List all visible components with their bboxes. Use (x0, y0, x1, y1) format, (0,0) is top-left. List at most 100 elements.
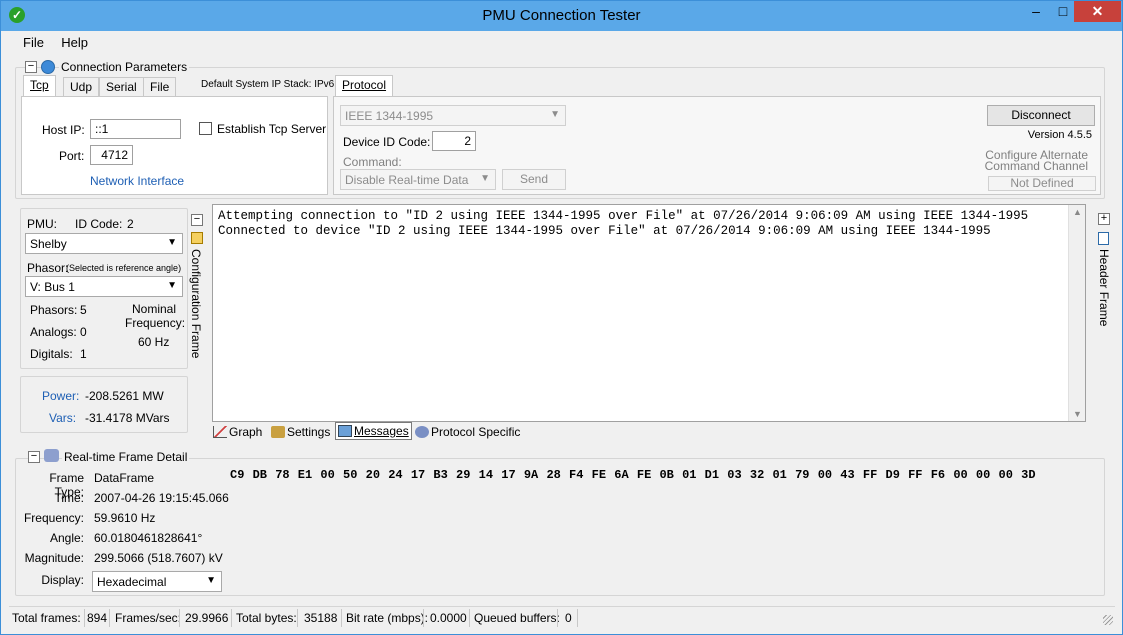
phasor-select[interactable]: V: Bus 1 ▼ (25, 276, 183, 297)
frequency-value: 59.9610 Hz (94, 511, 156, 525)
status-separator (577, 609, 578, 627)
default-ip-stack: Default System IP Stack: IPv6 (201, 79, 335, 90)
tab-file[interactable]: File (143, 77, 177, 97)
status-separator (469, 609, 470, 627)
chevron-down-icon: ▼ (206, 575, 216, 586)
header-frame-icon (1098, 232, 1109, 245)
chevron-down-icon: ▼ (167, 280, 177, 291)
angle-label: Angle: (49, 531, 84, 545)
establish-server-checkbox[interactable] (199, 122, 212, 135)
port-label: Port: (59, 149, 85, 163)
messages-scrollbar[interactable]: ▲ ▼ (1068, 205, 1085, 421)
analogs-value: 0 (80, 325, 87, 339)
power-value: -208.5261 MW (85, 389, 164, 403)
tab-graph[interactable]: Graph (213, 425, 262, 439)
protocol-select: IEEE 1344-1995 ▼ (340, 105, 566, 126)
frames-sec-label: Frames/sec: (115, 611, 182, 625)
chevron-down-icon: ▼ (167, 237, 177, 248)
phasor-label: Phasor: (27, 261, 69, 275)
host-ip-input[interactable]: ::1 (90, 119, 181, 139)
configuration-frame-label[interactable]: Configuration Frame (189, 249, 203, 358)
collapse-realtime-button[interactable]: − (28, 451, 40, 463)
messages-icon (338, 425, 352, 437)
status-separator (341, 609, 342, 627)
device-id-input[interactable]: 2 (432, 131, 476, 151)
display-label: Display: (41, 573, 84, 587)
status-separator (557, 609, 558, 627)
tab-messages[interactable]: Messages (335, 422, 412, 440)
protocol-panel: IEEE 1344-1995 ▼ Device ID Code: 2 Comma… (333, 96, 1101, 195)
tab-serial[interactable]: Serial (99, 77, 144, 97)
menu-help[interactable]: Help (61, 35, 88, 50)
nominal-label: Nominal (132, 302, 177, 316)
time-label: Time: (54, 491, 84, 505)
frame-type-value: DataFrame (94, 471, 155, 485)
tab-udp[interactable]: Udp (63, 77, 100, 97)
vars-label: Vars: (49, 411, 77, 425)
window-title: PMU Connection Tester (482, 7, 641, 24)
menu-bar: File Help (9, 35, 88, 53)
network-interface-link[interactable]: Network Interface (90, 174, 184, 188)
configuration-frame-icon (191, 232, 203, 244)
angle-value: 60.0180461828641° (94, 531, 203, 545)
establish-server-label: Establish Tcp Server (217, 122, 327, 136)
collapse-configuration-button[interactable]: − (191, 214, 203, 226)
nominal-frequency-value: 60 Hz (138, 335, 170, 349)
title-bar[interactable]: ✓ PMU Connection Tester – □ ✕ (1, 1, 1122, 31)
connection-parameters-title: Connection Parameters (59, 60, 190, 74)
frames-sec-value: 29.9966 (185, 611, 229, 625)
queued-buffers-value: 0 (565, 611, 572, 625)
tab-protocol[interactable]: Protocol (335, 75, 394, 97)
minimize-button[interactable]: – (1022, 1, 1050, 22)
send-button: Send (502, 169, 566, 190)
menu-file[interactable]: File (23, 35, 44, 50)
display-select[interactable]: Hexadecimal ▼ (92, 571, 222, 592)
digitals-label: Digitals: (30, 347, 73, 361)
disconnect-button[interactable]: Disconnect (987, 105, 1095, 126)
digitals-value: 1 (80, 347, 87, 361)
tab-settings[interactable]: Settings (271, 425, 330, 439)
message-line: Connected to device "ID 2 using IEEE 134… (218, 224, 991, 238)
command-label: Command: (343, 155, 402, 169)
globe-icon (41, 60, 55, 74)
protocol-specific-icon (415, 426, 429, 438)
pmu-select[interactable]: Shelby ▼ (25, 233, 183, 254)
protocol-select-value: IEEE 1344-1995 (345, 109, 434, 123)
tab-tcp[interactable]: Tcp (23, 75, 56, 97)
collapse-connection-button[interactable]: − (25, 61, 37, 73)
bit-rate-value: 0.0000 (430, 611, 467, 625)
status-separator (297, 609, 298, 627)
magnitude-label: Magnitude: (24, 551, 84, 565)
port-input[interactable]: 4712 (90, 145, 133, 165)
power-group: Power: -208.5261 MW Vars: -31.4178 MVars (20, 376, 188, 433)
command-select-value: Disable Real-time Data (345, 173, 469, 187)
chevron-down-icon: ▼ (480, 173, 490, 184)
vars-value: -31.4178 MVars (85, 411, 170, 425)
phasors-label: Phasors: (30, 303, 78, 317)
settings-icon (271, 426, 285, 438)
total-bytes-value: 35188 (304, 611, 338, 625)
resize-grip-icon[interactable] (1103, 615, 1113, 625)
tab-protocol-specific[interactable]: Protocol Specific (415, 425, 520, 439)
realtime-icon (44, 449, 59, 462)
messages-box[interactable]: Attempting connection to "ID 2 using IEE… (212, 204, 1086, 422)
total-frames-label: Total frames: (12, 611, 81, 625)
scroll-up-icon[interactable]: ▲ (1073, 207, 1082, 217)
configuration-frame-group: PMU: ID Code: 2 Shelby ▼ Phasor: (Select… (20, 208, 188, 369)
header-frame-label[interactable]: Header Frame (1097, 249, 1111, 326)
nominal-frequency-label: Frequency: (125, 316, 186, 330)
host-ip-label: Host IP: (42, 123, 85, 137)
tab-graph-label: Graph (229, 425, 263, 439)
maximize-button[interactable]: □ (1049, 1, 1077, 22)
chevron-down-icon: ▼ (550, 109, 560, 120)
close-button[interactable]: ✕ (1074, 1, 1121, 22)
status-separator (179, 609, 180, 627)
scroll-down-icon[interactable]: ▼ (1073, 409, 1082, 419)
message-line: Attempting connection to "ID 2 using IEE… (218, 209, 1029, 223)
total-frames-value: 894 (87, 611, 108, 625)
power-label: Power: (42, 389, 80, 403)
status-separator (84, 609, 85, 627)
status-separator (423, 609, 424, 627)
realtime-frame-title: Real-time Frame Detail (62, 450, 190, 464)
expand-header-frame-button[interactable]: + (1098, 213, 1110, 225)
